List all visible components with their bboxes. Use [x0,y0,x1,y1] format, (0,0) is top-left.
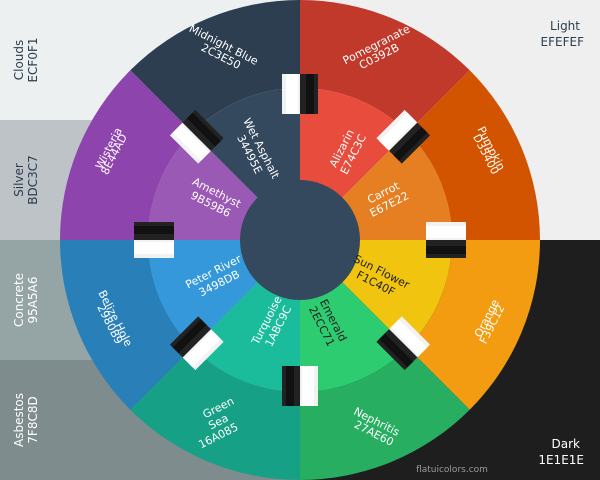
panel-label-concrete-hex: 95A5A6 [26,277,40,324]
dark-label-name: Dark [552,437,581,451]
panel-label-concrete-name: Concrete [12,273,26,327]
light-label-hex: EFEFEF [541,35,585,49]
center-disc [240,180,360,300]
watermark: flatuicolors.com [416,465,488,475]
color-wheel: PomegranateC0392BPumpkinD35400OrangeF39C… [0,0,600,480]
ring-tab [282,366,318,406]
light-label-name: Light [550,19,580,33]
panel-label-clouds-hex: ECF0F1 [26,37,40,82]
ring-tab [134,222,174,258]
ring-tab [426,222,466,258]
panel-label-asbestos-name: Asbestos [12,393,26,447]
panel-label-clouds-name: Clouds [12,40,26,81]
ring-tab [282,74,318,114]
panel-label-silver-name: Silver [12,163,26,197]
panel-label-asbestos-hex: 7F8C8D [26,396,40,443]
palette-wheel-graphic: Pomegranate C0392B Pumpkin D35400 Orange F39C… [0,0,600,480]
dark-label-hex: 1E1E1E [538,453,584,467]
panel-label-silver-hex: BDC3C7 [26,155,40,205]
